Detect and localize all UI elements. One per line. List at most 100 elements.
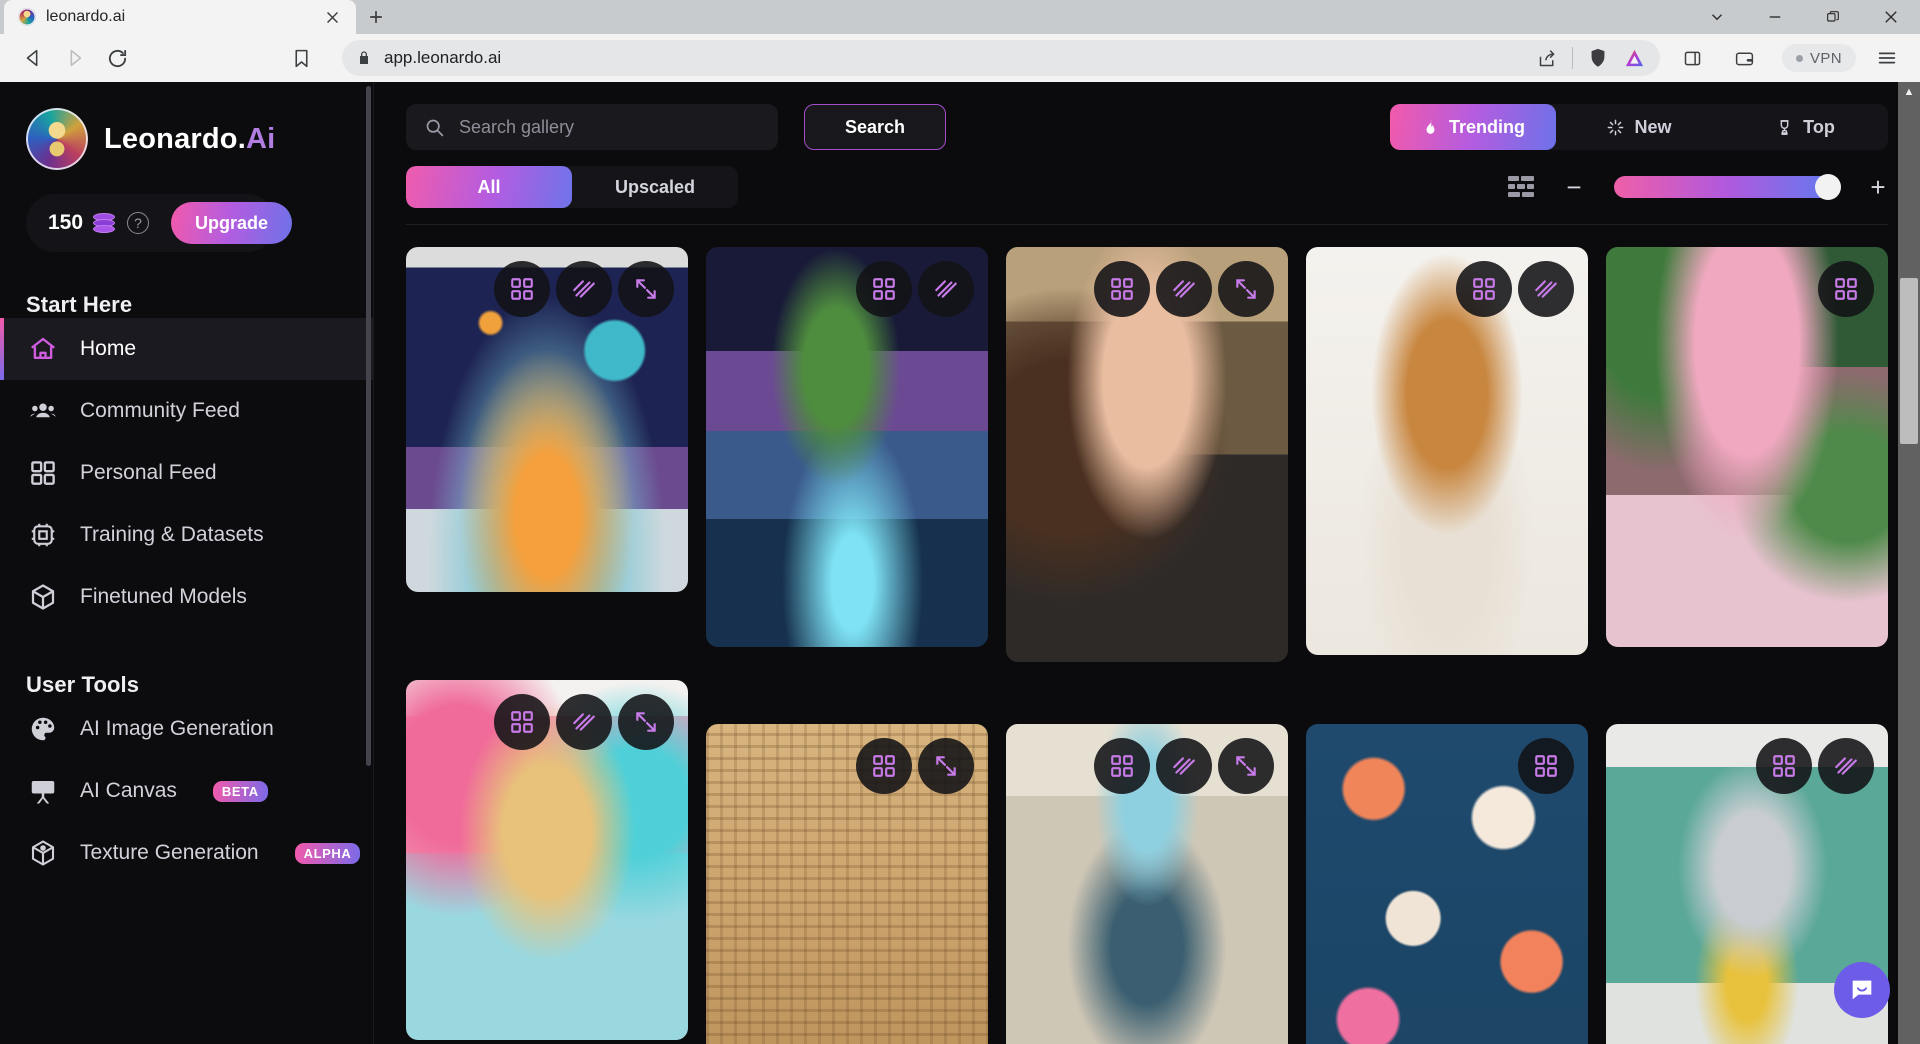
sidebar-item-label: Home <box>80 337 137 360</box>
card-action-group <box>494 261 674 317</box>
gallery-card[interactable] <box>1006 724 1288 1044</box>
sidebar-item-personal-feed[interactable]: Personal Feed <box>0 442 373 504</box>
gallery-grid <box>374 225 1920 1044</box>
remix-icon[interactable] <box>856 738 912 794</box>
intercom-chat-icon[interactable] <box>1834 962 1890 1018</box>
sidebar-item-training-datasets[interactable]: Training & Datasets <box>0 504 373 566</box>
remix-icon[interactable] <box>1756 738 1812 794</box>
card-action-group <box>856 261 974 317</box>
page-scrollbar[interactable]: ▲ <box>1898 82 1920 1044</box>
search-input[interactable] <box>459 116 760 138</box>
expand-fullscreen-icon[interactable] <box>618 694 674 750</box>
token-coins-icon <box>93 213 117 233</box>
tab-new[interactable]: New <box>1556 104 1722 150</box>
sidebar-item-home[interactable]: Home <box>0 318 373 380</box>
remix-icon[interactable] <box>1456 261 1512 317</box>
remix-icon[interactable] <box>1818 261 1874 317</box>
brave-triangle-icon[interactable] <box>1623 47 1646 70</box>
wand-upscale-icon[interactable] <box>556 261 612 317</box>
back-icon[interactable] <box>14 39 52 77</box>
gallery-card[interactable] <box>1006 247 1288 662</box>
scroll-up-arrow-icon[interactable]: ▲ <box>1898 82 1920 102</box>
zoom-slider[interactable] <box>1614 174 1841 200</box>
toolbar-divider <box>1571 47 1573 69</box>
remix-icon[interactable] <box>494 261 550 317</box>
tab-trending[interactable]: Trending <box>1390 104 1556 150</box>
leonardo-logo-icon <box>26 108 88 170</box>
wand-upscale-icon[interactable] <box>1156 738 1212 794</box>
cube-icon <box>28 582 58 612</box>
forward-icon[interactable] <box>56 39 94 77</box>
remix-icon[interactable] <box>856 261 912 317</box>
sidebar-item-label: AI Image Generation <box>80 717 274 740</box>
vpn-toggle[interactable]: VPN <box>1781 44 1856 72</box>
sidebar-section-heading-start-here: Start Here <box>26 292 133 317</box>
filter-tab-upscaled[interactable]: Upscaled <box>572 166 738 208</box>
wand-upscale-icon[interactable] <box>556 694 612 750</box>
gallery-card[interactable] <box>1606 247 1888 647</box>
zoom-controls: − + <box>1508 174 1888 200</box>
remix-icon[interactable] <box>1518 738 1574 794</box>
tab-search-chevron-down-icon[interactable] <box>1688 0 1746 34</box>
sidebar-item-ai-canvas[interactable]: AI Canvas BETA <box>0 760 373 822</box>
gallery-card[interactable] <box>1306 724 1588 1044</box>
sidebar-item-texture-generation[interactable]: Texture Generation ALPHA <box>0 822 373 884</box>
sidebar-scrollbar[interactable] <box>366 86 371 766</box>
scrollbar-thumb[interactable] <box>1900 278 1918 444</box>
expand-fullscreen-icon[interactable] <box>618 261 674 317</box>
expand-fullscreen-icon[interactable] <box>1218 738 1274 794</box>
grid-layout-icon[interactable] <box>1508 176 1534 198</box>
gallery-card[interactable] <box>1306 247 1588 655</box>
vpn-label: VPN <box>1809 49 1842 67</box>
gallery-card[interactable] <box>406 680 688 1040</box>
brave-lion-icon[interactable] <box>1587 47 1609 69</box>
remix-icon[interactable] <box>494 694 550 750</box>
grid-squares-icon <box>28 458 58 488</box>
zoom-in-button[interactable]: + <box>1868 174 1888 200</box>
brand-logo-area[interactable]: Leonardo.Ai <box>0 82 373 170</box>
wand-upscale-icon[interactable] <box>1518 261 1574 317</box>
expand-fullscreen-icon[interactable] <box>1218 261 1274 317</box>
tab-top[interactable]: Top <box>1722 104 1888 150</box>
search-button[interactable]: Search <box>804 104 946 150</box>
sidebar-item-ai-image-generation[interactable]: AI Image Generation <box>0 698 373 760</box>
tab-label: New <box>1634 116 1672 137</box>
upgrade-button[interactable]: Upgrade <box>171 202 293 244</box>
tab-close-icon[interactable] <box>318 3 346 31</box>
filter-tab-all[interactable]: All <box>406 166 572 208</box>
maximize-icon[interactable] <box>1804 0 1862 34</box>
hamburger-menu-icon[interactable] <box>1868 39 1906 77</box>
wand-upscale-icon[interactable] <box>1156 261 1212 317</box>
gallery-card[interactable] <box>706 247 988 647</box>
expand-fullscreen-icon[interactable] <box>918 738 974 794</box>
browser-tab[interactable]: leonardo.ai <box>4 0 356 34</box>
browser-titlebar: leonardo.ai <box>0 0 1920 34</box>
wallet-icon[interactable] <box>1726 39 1764 77</box>
wand-upscale-icon[interactable] <box>918 261 974 317</box>
sidebar-item-label: Training & Datasets <box>80 523 264 546</box>
wand-upscale-icon[interactable] <box>1818 738 1874 794</box>
address-bar[interactable]: app.leonardo.ai <box>342 40 1660 76</box>
help-circle-icon[interactable]: ? <box>127 212 150 234</box>
share-icon[interactable] <box>1537 48 1558 69</box>
sidebar-item-finetuned-models[interactable]: Finetuned Models <box>0 566 373 628</box>
card-action-group <box>856 738 974 794</box>
zoom-slider-handle[interactable] <box>1815 174 1841 200</box>
search-field-wrapper[interactable] <box>406 104 778 150</box>
lock-icon <box>356 50 372 66</box>
filter-tabs: All Upscaled <box>406 166 738 208</box>
remix-icon[interactable] <box>1094 738 1150 794</box>
bookmark-icon[interactable] <box>282 39 320 77</box>
minimize-icon[interactable] <box>1746 0 1804 34</box>
close-window-icon[interactable] <box>1862 0 1920 34</box>
gallery-card[interactable] <box>406 247 688 592</box>
sidebar-panel-icon[interactable] <box>1674 39 1712 77</box>
sidebar-item-community-feed[interactable]: Community Feed <box>0 380 373 442</box>
zoom-out-button[interactable]: − <box>1564 174 1584 200</box>
sidebar-section-heading-user-tools: User Tools <box>26 672 140 697</box>
remix-icon[interactable] <box>1094 261 1150 317</box>
people-icon <box>28 396 58 426</box>
new-tab-button[interactable] <box>362 3 390 31</box>
gallery-card[interactable] <box>706 724 988 1044</box>
reload-icon[interactable] <box>98 39 136 77</box>
